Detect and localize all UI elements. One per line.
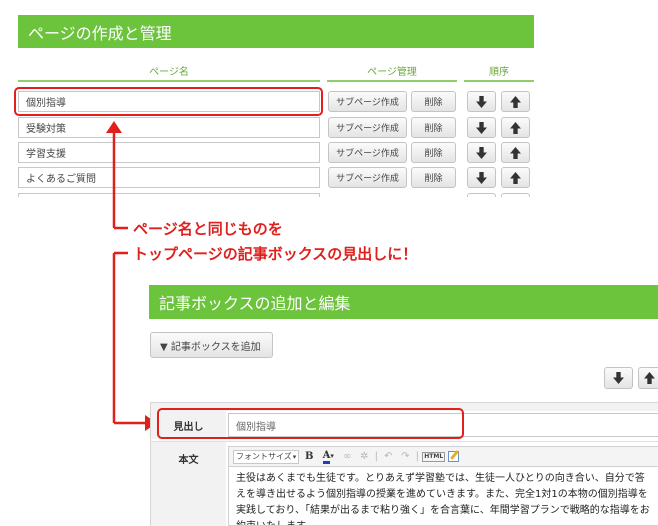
toolbar-separator: | <box>374 451 378 462</box>
arrow-down-icon <box>613 372 624 384</box>
font-size-select[interactable]: フォントサイズ ▾ <box>233 449 300 464</box>
editor-toolbar: フォントサイズ ▾ B A▾ ∞ ✲ | ↶ ↷ | HTML <box>228 446 658 467</box>
edit-icon[interactable] <box>448 450 460 462</box>
pencil-icon <box>450 450 460 460</box>
chevron-down-icon: ▾ <box>292 452 297 461</box>
add-article-box-button[interactable]: ▼ 記事ボックスを追加 <box>150 332 273 358</box>
arrow-up-icon <box>644 372 655 384</box>
undo-icon[interactable]: ↶ <box>381 451 395 462</box>
arrow-up-head <box>106 121 122 133</box>
article-move-up-button[interactable] <box>638 367 658 389</box>
body-textarea[interactable]: 主役はあくまでも生徒です。とりあえず学習塾では、生徒一人ひとりの向き合い、自分で… <box>228 467 658 526</box>
row-divider <box>151 441 658 442</box>
bold-button[interactable]: B <box>302 451 316 462</box>
body-text-content: 主役はあくまでも生徒です。とりあえず学習塾では、生徒一人ひとりの向き合い、自分で… <box>236 473 650 525</box>
redo-icon[interactable]: ↷ <box>398 451 412 462</box>
unlink-icon[interactable]: ✲ <box>357 451 371 462</box>
text-color-button[interactable]: A▾ <box>319 450 337 464</box>
html-source-label: HTML <box>424 452 444 460</box>
font-size-label: フォントサイズ <box>236 452 292 461</box>
annotation-line-2: トップページの記事ボックスの見出しに！ <box>133 245 418 263</box>
annotation-line-1: ページ名と同じものを <box>133 220 283 238</box>
link-icon[interactable]: ∞ <box>340 451 354 462</box>
body-label-text: 本文 <box>178 455 199 466</box>
article-move-down-button[interactable] <box>604 367 633 389</box>
article-box-title: 記事ボックスの追加と編集 <box>149 285 658 319</box>
article-box-title-text: 記事ボックスの追加と編集 <box>159 294 351 313</box>
body-label: 本文 <box>151 442 226 526</box>
toolbar-separator: | <box>415 451 419 462</box>
html-source-button[interactable]: HTML <box>422 451 446 462</box>
chevron-down-icon: ▾ <box>330 451 334 460</box>
highlight-heading <box>157 408 464 439</box>
